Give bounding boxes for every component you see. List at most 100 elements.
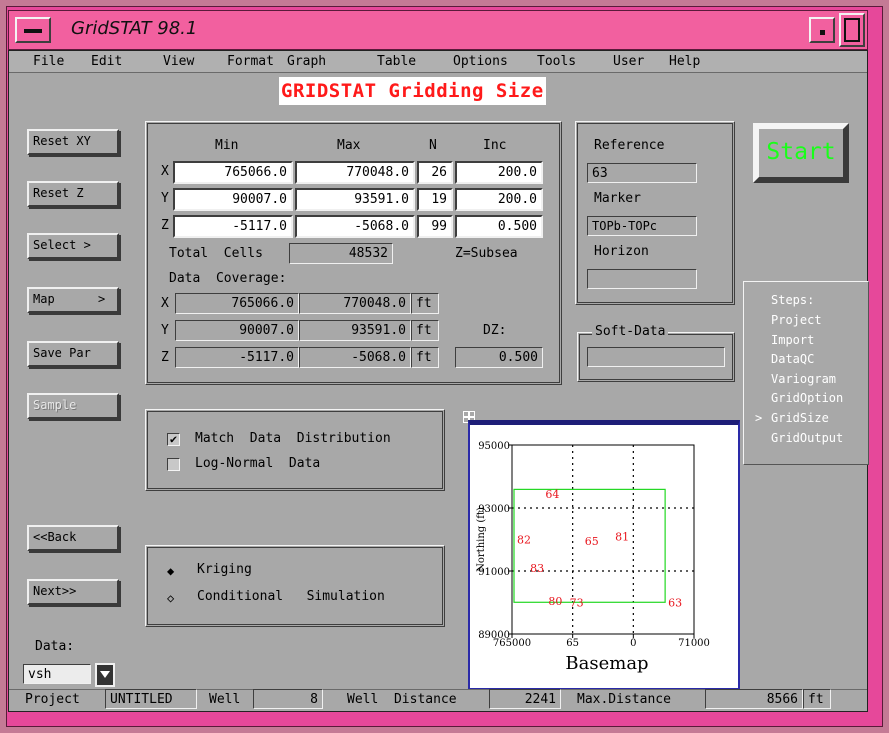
dropdown-button[interactable] bbox=[95, 663, 115, 687]
max-distance-label: Max.Distance bbox=[577, 692, 671, 707]
well-label-63: 63 bbox=[668, 596, 682, 609]
menu-format[interactable]: Format bbox=[227, 54, 274, 69]
x-min-field[interactable]: 765066.0 bbox=[173, 161, 293, 184]
match-data-checkbox[interactable]: ✔ bbox=[167, 433, 180, 446]
row-z-axis: Z bbox=[161, 218, 169, 233]
max-distance-value: 8566 bbox=[705, 689, 803, 709]
y-max-field[interactable]: 93591.0 bbox=[295, 188, 415, 211]
horizon-label: Horizon bbox=[594, 244, 649, 259]
reset-z-button[interactable]: Reset Z bbox=[27, 181, 119, 207]
x-tick-label: 65 bbox=[566, 638, 579, 649]
y-tick-label: 89000 bbox=[478, 630, 510, 641]
sample-button[interactable]: Sample bbox=[27, 393, 119, 419]
lognormal-label: Log-Normal Data bbox=[195, 456, 321, 471]
window-menu-button[interactable] bbox=[15, 17, 51, 43]
x-n-field[interactable]: 26 bbox=[417, 161, 453, 184]
z-n-field[interactable]: 99 bbox=[417, 215, 453, 238]
soft-data-field[interactable] bbox=[587, 347, 725, 367]
well-label-73: 73 bbox=[570, 596, 584, 609]
y-tick-label: 95000 bbox=[478, 441, 510, 452]
title-bar[interactable]: GridSTAT 98.1 bbox=[8, 10, 868, 50]
basemap-title: Basemap bbox=[565, 653, 648, 674]
project-label: Project bbox=[25, 692, 80, 707]
well-value: 8 bbox=[253, 689, 323, 709]
project-value: UNTITLED bbox=[105, 689, 197, 709]
cov-z-axis: Z bbox=[161, 350, 169, 365]
select-button[interactable]: Select > bbox=[27, 233, 119, 259]
reset-xy-button[interactable]: Reset XY bbox=[27, 129, 119, 155]
minus-icon bbox=[24, 29, 42, 33]
menu-options[interactable]: Options bbox=[453, 54, 508, 69]
menu-view[interactable]: View bbox=[163, 54, 194, 69]
menu-file[interactable]: File bbox=[33, 54, 64, 69]
menu-table[interactable]: Table bbox=[377, 54, 416, 69]
header-max: Max bbox=[337, 138, 361, 153]
lognormal-checkbox[interactable] bbox=[167, 458, 180, 471]
row-x-axis: X bbox=[161, 164, 169, 179]
back-button[interactable]: <<Back bbox=[27, 525, 119, 551]
y-n-field[interactable]: 19 bbox=[417, 188, 453, 211]
checkmark-icon: ✔ bbox=[169, 432, 178, 446]
menu-graph[interactable]: Graph bbox=[287, 54, 326, 69]
header-inc: Inc bbox=[483, 138, 507, 153]
data-coverage-label: Data Coverage: bbox=[169, 271, 287, 286]
next-button[interactable]: Next>> bbox=[27, 579, 119, 605]
menu-edit[interactable]: Edit bbox=[91, 54, 122, 69]
kriging-label[interactable]: Kriging bbox=[197, 562, 252, 577]
y-axis-label: Northing (ft) bbox=[476, 507, 487, 572]
total-cells-value: 48532 bbox=[289, 243, 393, 264]
reference-value: 63 bbox=[587, 163, 697, 183]
reference-label: Reference bbox=[594, 138, 665, 153]
soft-data-label: Soft-Data bbox=[592, 324, 669, 339]
conditional-radio-icon[interactable]: ◇ bbox=[167, 591, 174, 605]
map-button[interactable]: Map > bbox=[27, 287, 119, 313]
z-min-field[interactable]: -5117.0 bbox=[173, 215, 293, 238]
well-label-83: 83 bbox=[530, 562, 544, 575]
cov-z-unit: ft bbox=[411, 347, 439, 368]
step-gridoutput[interactable]: GridOutput bbox=[771, 431, 843, 445]
menu-tools[interactable]: Tools bbox=[537, 54, 576, 69]
minimize-button[interactable] bbox=[809, 17, 835, 43]
data-select[interactable]: vsh bbox=[23, 663, 123, 687]
maximize-button[interactable] bbox=[839, 13, 865, 47]
cov-z-min: -5117.0 bbox=[175, 347, 299, 368]
step-dataqc[interactable]: DataQC bbox=[771, 352, 814, 366]
step-gridoption[interactable]: GridOption bbox=[771, 391, 843, 405]
z-max-field[interactable]: -5068.0 bbox=[295, 215, 415, 238]
menu-bar: File Edit View Format Graph Table Option… bbox=[9, 51, 867, 73]
x-tick-label: 0 bbox=[630, 638, 636, 649]
basemap-panel[interactable]: 765000 65 0 71000 89000 91000 93000 95000 Northi… bbox=[468, 420, 740, 690]
x-max-field[interactable]: 770048.0 bbox=[295, 161, 415, 184]
horizon-value bbox=[587, 269, 697, 289]
menu-user[interactable]: User bbox=[613, 54, 644, 69]
well-label-80: 80 bbox=[548, 595, 562, 608]
square-icon bbox=[844, 18, 860, 42]
conditional-label[interactable]: Conditional Simulation bbox=[197, 589, 385, 604]
x-inc-field[interactable]: 200.0 bbox=[455, 161, 543, 184]
y-min-field[interactable]: 90007.0 bbox=[173, 188, 293, 211]
step-current-arrow-icon: > bbox=[755, 411, 763, 425]
basemap-chart: 765000 65 0 7100089000910009300095000Northi… bbox=[476, 441, 710, 674]
start-button[interactable]: Start bbox=[753, 123, 849, 183]
z-subsea-note: Z=Subsea bbox=[455, 246, 518, 261]
cov-x-min: 765066.0 bbox=[175, 293, 299, 314]
step-import[interactable]: Import bbox=[771, 333, 814, 347]
menu-help[interactable]: Help bbox=[669, 54, 700, 69]
chevron-down-icon bbox=[100, 671, 110, 678]
plot-frame bbox=[511, 444, 695, 635]
y-inc-field[interactable]: 200.0 bbox=[455, 188, 543, 211]
step-variogram[interactable]: Variogram bbox=[771, 372, 836, 386]
cov-y-unit: ft bbox=[411, 320, 439, 341]
page-title: GRIDSTAT Gridding Size bbox=[279, 77, 546, 105]
kriging-radio-icon[interactable]: ◆ bbox=[167, 564, 174, 578]
match-data-label: Match Data Distribution bbox=[195, 431, 391, 446]
cov-z-max: -5068.0 bbox=[299, 347, 411, 368]
marker-label: Marker bbox=[594, 191, 641, 206]
save-par-button[interactable]: Save Par bbox=[27, 341, 119, 367]
well-label-81: 81 bbox=[615, 530, 629, 543]
z-inc-field[interactable]: 0.500 bbox=[455, 215, 543, 238]
step-gridsize[interactable]: GridSize bbox=[771, 411, 829, 425]
step-project[interactable]: Project bbox=[771, 313, 822, 327]
data-select-value[interactable]: vsh bbox=[23, 664, 91, 684]
well-label-65: 65 bbox=[585, 535, 599, 548]
